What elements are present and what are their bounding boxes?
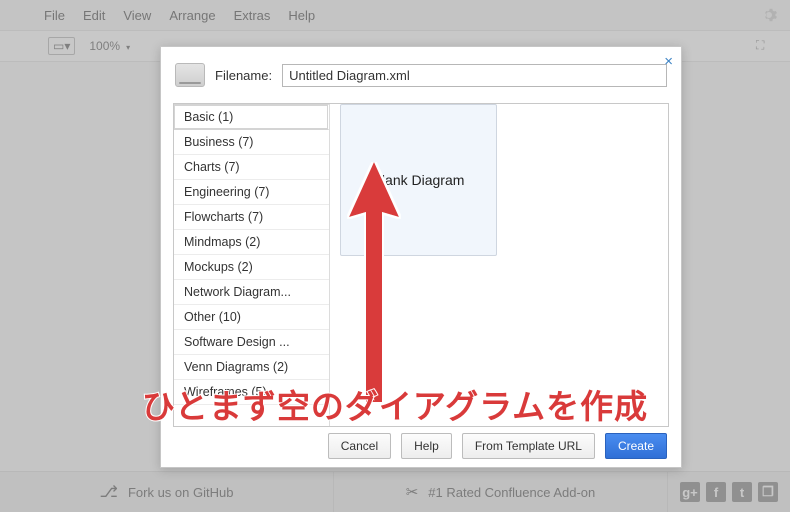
- social-googleplus-icon[interactable]: g+: [680, 482, 700, 502]
- drive-icon: [175, 63, 205, 87]
- menu-extras[interactable]: Extras: [234, 8, 271, 23]
- gear-icon[interactable]: [760, 6, 778, 24]
- zoom-level[interactable]: 100%: [89, 39, 130, 53]
- scissors-icon: ✂: [406, 483, 419, 501]
- category-mockups[interactable]: Mockups (2): [174, 255, 329, 280]
- footer-github[interactable]: ⎇ Fork us on GitHub: [0, 472, 334, 512]
- footer-addon-label: #1 Rated Confluence Add-on: [428, 485, 595, 500]
- category-wireframes[interactable]: Wireframes (5): [174, 380, 329, 405]
- filename-input[interactable]: [282, 64, 667, 87]
- category-basic[interactable]: Basic (1): [174, 104, 330, 130]
- menu-arrange[interactable]: Arrange: [169, 8, 215, 23]
- filename-label: Filename:: [215, 68, 272, 83]
- create-button[interactable]: Create: [605, 433, 667, 459]
- menu-edit[interactable]: Edit: [83, 8, 105, 23]
- category-network-diagrams[interactable]: Network Diagram...: [174, 280, 329, 305]
- footer-social: g+ f t ❐: [668, 482, 790, 502]
- social-facebook-icon[interactable]: f: [706, 482, 726, 502]
- category-venn-diagrams[interactable]: Venn Diagrams (2): [174, 355, 329, 380]
- close-icon[interactable]: ×: [664, 53, 673, 70]
- dialog-buttons: Cancel Help From Template URL Create: [328, 433, 667, 459]
- category-list: Basic (1) Business (7) Charts (7) Engine…: [174, 104, 330, 426]
- menu-help[interactable]: Help: [288, 8, 315, 23]
- dialog-header: Filename:: [161, 47, 681, 97]
- category-business[interactable]: Business (7): [174, 130, 329, 155]
- github-icon: ⎇: [100, 482, 118, 502]
- template-pane: Blank Diagram: [330, 104, 668, 426]
- page-picker-icon[interactable]: ▭▾: [48, 37, 75, 55]
- social-share-icon[interactable]: ❐: [758, 482, 778, 502]
- template-blank-diagram[interactable]: Blank Diagram: [340, 104, 497, 256]
- menubar: File Edit View Arrange Extras Help: [0, 0, 790, 30]
- new-diagram-dialog: × Filename: Basic (1) Business (7) Chart…: [160, 46, 682, 468]
- app-root: File Edit View Arrange Extras Help ▭▾ 10…: [0, 0, 790, 512]
- social-twitter-icon[interactable]: t: [732, 482, 752, 502]
- footer-addon[interactable]: ✂ #1 Rated Confluence Add-on: [334, 472, 668, 512]
- category-engineering[interactable]: Engineering (7): [174, 180, 329, 205]
- menu-file[interactable]: File: [44, 8, 65, 23]
- category-flowcharts[interactable]: Flowcharts (7): [174, 205, 329, 230]
- cancel-button[interactable]: Cancel: [328, 433, 391, 459]
- footer-github-label: Fork us on GitHub: [128, 485, 234, 500]
- category-other[interactable]: Other (10): [174, 305, 329, 330]
- footer: ⎇ Fork us on GitHub ✂ #1 Rated Confluenc…: [0, 471, 790, 512]
- category-software-design[interactable]: Software Design ...: [174, 330, 329, 355]
- from-template-url-button[interactable]: From Template URL: [462, 433, 595, 459]
- menu-view[interactable]: View: [123, 8, 151, 23]
- help-button[interactable]: Help: [401, 433, 452, 459]
- fullscreen-icon[interactable]: ⛶: [756, 38, 774, 52]
- category-charts[interactable]: Charts (7): [174, 155, 329, 180]
- category-mindmaps[interactable]: Mindmaps (2): [174, 230, 329, 255]
- dialog-body: Basic (1) Business (7) Charts (7) Engine…: [173, 103, 669, 427]
